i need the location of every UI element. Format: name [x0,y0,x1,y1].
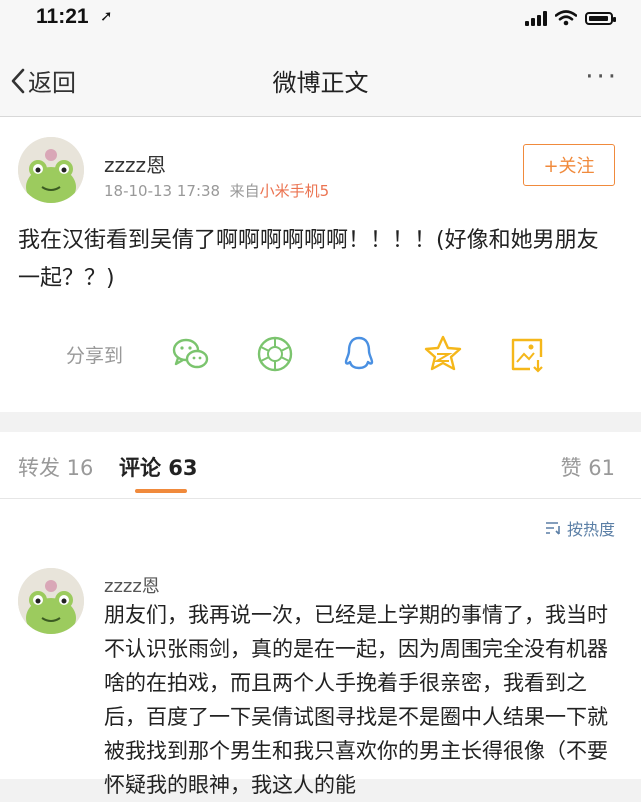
battery-icon [585,11,616,25]
active-tab-indicator [135,489,187,493]
post-source[interactable]: 小米手机5 [260,182,330,200]
comment-avatar[interactable] [18,568,84,634]
post-text: 我在汉街看到吴倩了啊啊啊啊啊啊！！！！(好像和她男朋友一起？？) [18,228,599,291]
wechat-icon[interactable] [170,333,212,375]
comments-section: 转发 16 评论 63 赞 61 按热度 zzzz恩 朋友们，我再说一次，已经是… [0,432,641,797]
post-card: zzzz恩 18-10-13 17:38 来自小米手机5 +关注 我在汉街看到吴… [0,117,641,412]
page-title: 微博正文 [272,69,369,97]
post-username[interactable]: zzzz恩 [104,149,166,178]
save-image-icon[interactable] [506,333,548,375]
qzone-icon[interactable] [422,333,464,375]
tab-repost[interactable]: 转发 16 [18,452,93,482]
post-time: 18-10-13 17:38 [104,182,221,200]
tab-like[interactable]: 赞 61 [561,452,615,482]
avatar[interactable] [18,137,84,203]
location-arrow-icon: ➚ [100,7,113,25]
sort-button[interactable]: 按热度 [544,516,615,540]
moments-icon[interactable] [254,333,296,375]
status-bar: 11:21 ➚ [0,0,641,38]
share-label: 分享到 [66,345,124,367]
wifi-icon [555,10,577,26]
share-row: 分享到 [0,329,641,379]
status-icons [525,10,616,26]
more-button[interactable]: ··· [585,62,619,92]
tab-comment[interactable]: 评论 63 [119,452,198,482]
status-time: 11:21 [36,5,89,28]
qq-icon[interactable] [338,333,380,375]
nav-bar: 返回 微博正文 ··· [0,38,641,117]
sort-icon [545,522,560,535]
post-meta: 18-10-13 17:38 来自小米手机5 [104,180,329,201]
follow-button[interactable]: +关注 [523,144,615,186]
divider [0,498,641,499]
source-prefix: 来自 [229,182,260,200]
comment-username[interactable]: zzzz恩 [104,572,160,598]
sort-label: 按热度 [566,520,615,539]
signal-icon [525,10,547,26]
comment-text: 朋友们，我再说一次，已经是上学期的事情了，我当时不认识张雨剑，真的是在一起，因为… [104,603,608,797]
